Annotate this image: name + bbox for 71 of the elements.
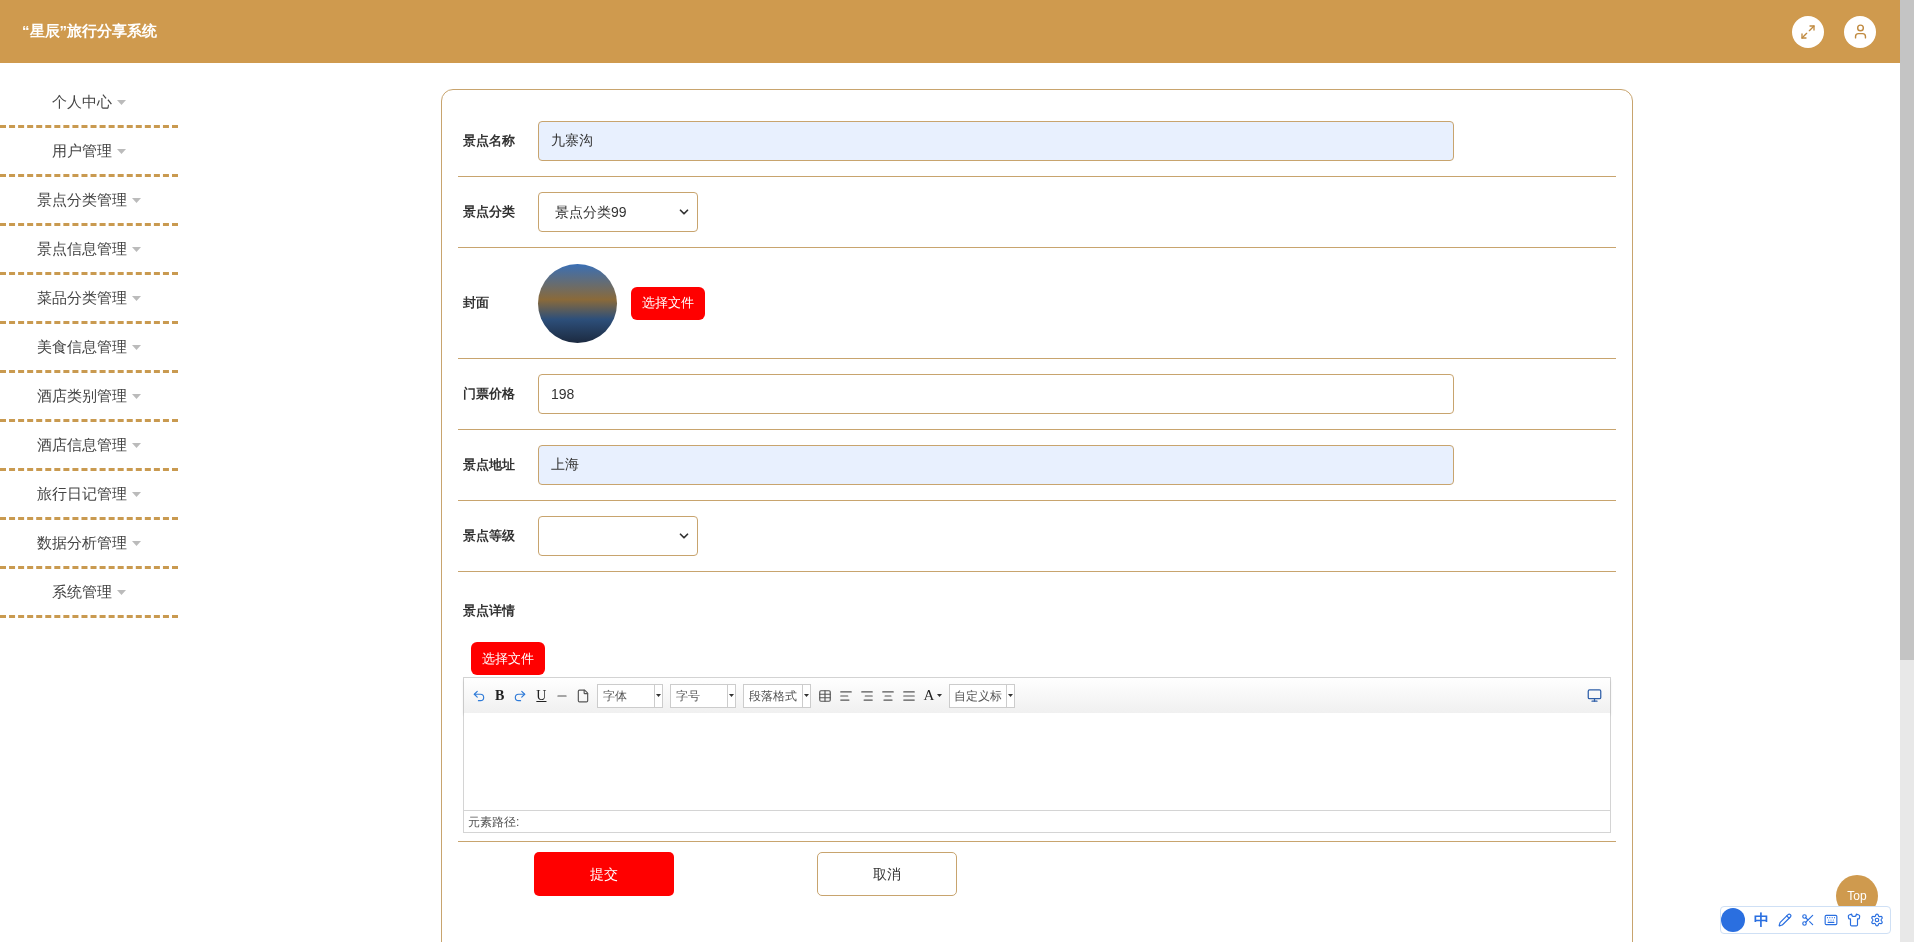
bold-button[interactable]: B xyxy=(493,685,507,706)
shirt-icon[interactable] xyxy=(1847,913,1861,927)
preview-icon[interactable] xyxy=(1587,688,1602,703)
text-field[interactable]: 上海 xyxy=(538,445,1454,485)
caret-icon xyxy=(1008,694,1014,697)
expand-icon xyxy=(1800,23,1816,40)
caret-icon xyxy=(132,197,141,203)
sidebar-item[interactable]: 美食信息管理 xyxy=(0,324,178,373)
caret-icon xyxy=(132,393,141,399)
caret-icon xyxy=(804,694,810,697)
settings-icon[interactable] xyxy=(1870,913,1884,927)
field-label: 景点等级 xyxy=(462,527,516,546)
caret-icon xyxy=(937,694,943,697)
sidebar-item[interactable]: 景点分类管理 xyxy=(0,177,178,226)
align-right-icon[interactable] xyxy=(860,688,875,703)
caret-icon xyxy=(132,295,141,301)
input-mode[interactable]: 中 xyxy=(1754,908,1769,932)
caret-icon xyxy=(656,694,662,697)
toolbar-dropdown[interactable]: 自定义标 xyxy=(949,683,1016,708)
submit-button[interactable]: 提交 xyxy=(534,852,674,896)
cancel-button[interactable]: 取消 xyxy=(817,852,957,896)
document-icon[interactable] xyxy=(576,688,591,703)
align-left-icon[interactable] xyxy=(839,688,854,703)
underline-button[interactable]: U xyxy=(534,685,549,706)
field-label: 景点详情 xyxy=(463,603,515,618)
caret-icon xyxy=(132,246,141,252)
sidebar-item[interactable]: 酒店类别管理 xyxy=(0,373,178,422)
field-label: 景点地址 xyxy=(462,456,516,475)
pen-icon[interactable] xyxy=(1778,913,1792,927)
font-color-button[interactable]: A xyxy=(923,684,943,707)
scissors-icon[interactable] xyxy=(1801,913,1815,927)
sidebar-item[interactable]: 旅行日记管理 xyxy=(0,471,178,520)
toolbar-dropdown[interactable]: 字体 xyxy=(597,683,664,708)
fullscreen-button[interactable] xyxy=(1792,15,1824,48)
text-field[interactable]: 198 xyxy=(538,374,1454,414)
undo-icon[interactable] xyxy=(472,688,486,703)
caret-icon xyxy=(117,99,126,105)
keyboard-icon[interactable] xyxy=(1824,913,1838,927)
table-icon[interactable] xyxy=(818,688,833,703)
sidebar-item[interactable]: 菜品分类管理 xyxy=(0,275,178,324)
app-title: “星辰”旅行分享系统 xyxy=(22,21,157,42)
sidebar-item[interactable]: 景点信息管理 xyxy=(0,226,178,275)
text-field[interactable]: 九寨沟 xyxy=(538,121,1454,161)
field-label: 景点分类 xyxy=(462,203,516,222)
sidebar-item[interactable]: 用户管理 xyxy=(0,128,178,177)
sidebar-item[interactable]: 系统管理 xyxy=(0,569,178,618)
choose-file-button[interactable]: 选择文件 xyxy=(471,642,545,675)
caret-icon xyxy=(117,589,126,595)
select-field[interactable]: 景点分类99 xyxy=(538,192,698,232)
caret-icon xyxy=(117,148,126,154)
caret-icon xyxy=(132,344,141,350)
caret-icon xyxy=(132,442,141,448)
redo-icon[interactable] xyxy=(513,688,528,703)
caret-icon xyxy=(729,694,735,697)
field-label: 景点名称 xyxy=(462,132,516,151)
field-label: 门票价格 xyxy=(462,385,516,404)
scrollbar[interactable] xyxy=(1900,0,1914,942)
align-center-icon[interactable] xyxy=(881,688,896,703)
sidebar-item[interactable]: 数据分析管理 xyxy=(0,520,178,569)
user-button[interactable] xyxy=(1844,15,1876,48)
sidebar-item[interactable]: 个人中心 xyxy=(0,79,178,128)
choose-file-button[interactable]: 选择文件 xyxy=(631,286,705,320)
toolbar-dropdown[interactable]: 段落格式 xyxy=(743,683,812,708)
sidebar-item[interactable]: 酒店信息管理 xyxy=(0,422,178,471)
field-label: 封面 xyxy=(462,294,490,313)
element-path: 元素路径: xyxy=(468,813,520,831)
caret-icon xyxy=(132,540,141,546)
toolbar-dropdown[interactable]: 字号 xyxy=(670,683,737,708)
select-field[interactable] xyxy=(538,516,698,556)
caret-icon xyxy=(132,491,141,497)
align-justify-icon[interactable] xyxy=(902,688,917,703)
